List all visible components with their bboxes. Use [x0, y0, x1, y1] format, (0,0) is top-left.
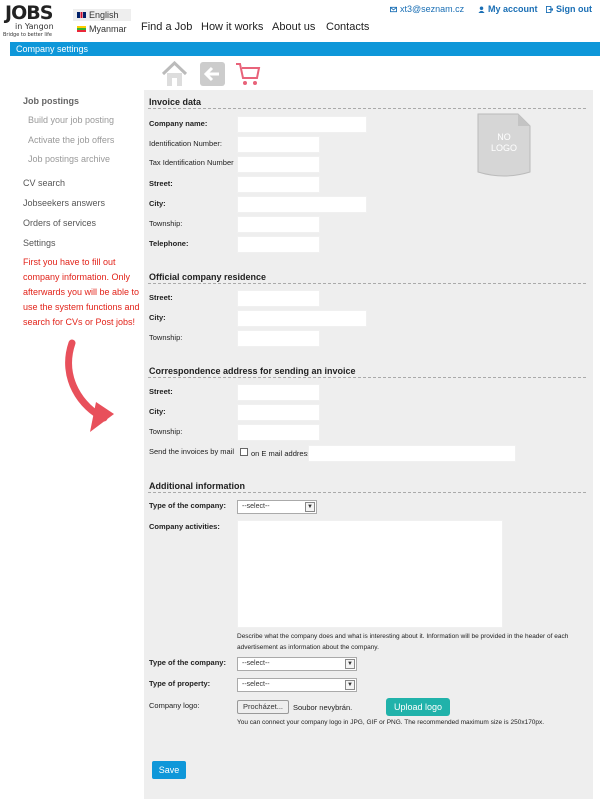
street-input[interactable]	[237, 176, 320, 193]
corr-street-label: Street:	[149, 387, 173, 396]
invoice-email-input[interactable]	[308, 445, 516, 462]
township-label: Township:	[149, 219, 183, 228]
divider	[148, 377, 586, 378]
corr-city-label: City:	[149, 407, 166, 416]
uk-flag-icon	[77, 12, 86, 18]
sidebar-postings-archive[interactable]: Job postings archive	[28, 154, 110, 164]
invoice-section-title: Invoice data	[149, 97, 202, 107]
no-logo-text: NO LOGO	[490, 132, 517, 153]
pointer-arrow-icon	[65, 339, 114, 432]
home-icon[interactable]	[161, 61, 188, 87]
nav-contacts[interactable]: Contacts	[326, 21, 369, 33]
tax-id-input[interactable]	[237, 156, 320, 173]
tax-id-label: Tax Identification Number	[149, 158, 234, 167]
corr-township-input[interactable]	[237, 424, 320, 441]
nav-find-job[interactable]: Find a Job	[141, 21, 192, 33]
divider	[148, 108, 586, 109]
city-input[interactable]	[237, 196, 367, 213]
sign-out-link[interactable]: Sign out	[546, 4, 592, 14]
send-by-mail-label: Send the invoices by mail	[149, 447, 235, 456]
company-type-label-2: Type of the company:	[149, 658, 226, 667]
property-type-select[interactable]: --select-- ▼	[237, 678, 357, 692]
chevron-down-icon: ▼	[305, 502, 315, 512]
back-arrow-icon[interactable]	[199, 61, 226, 87]
logo-city: in Yangon	[15, 22, 54, 31]
company-type-label: Type of the company:	[149, 501, 226, 510]
sidebar-cv-search[interactable]: CV search	[23, 178, 65, 188]
mail-icon	[390, 6, 397, 13]
email-invoice-checkbox[interactable]	[240, 448, 248, 456]
no-file-text: Soubor nevybrán.	[293, 703, 353, 712]
divider	[148, 492, 586, 493]
activities-note: Describe what the company does and what …	[237, 633, 569, 651]
chevron-down-icon: ▼	[345, 680, 355, 690]
user-icon	[478, 6, 485, 13]
id-number-label: Identification Number:	[149, 139, 222, 148]
residence-city-label: City:	[149, 313, 166, 322]
sign-out-icon	[546, 6, 553, 13]
sidebar-settings[interactable]: Settings	[23, 238, 56, 248]
logo-tagline: Bridge to better life	[3, 32, 53, 38]
browse-file-button[interactable]: Procházet...	[237, 700, 289, 714]
telephone-input[interactable]	[237, 236, 320, 253]
street-label: Street:	[149, 179, 173, 188]
residence-street-input[interactable]	[237, 290, 320, 307]
sidebar-job-postings[interactable]: Job postings	[23, 96, 79, 106]
residence-section-title: Official company residence	[149, 272, 267, 282]
telephone-label: Telephone:	[149, 239, 189, 248]
sidebar-orders[interactable]: Orders of services	[23, 218, 96, 228]
sidebar-activate-offers[interactable]: Activate the job offers	[28, 135, 114, 145]
company-name-input[interactable]	[237, 116, 367, 133]
email-option-label: on E mail address	[251, 449, 312, 458]
residence-township-input[interactable]	[237, 330, 320, 347]
nav-how-it-works[interactable]: How it works	[201, 21, 263, 33]
lang-myanmar[interactable]: Myanmar	[73, 23, 131, 35]
chevron-down-icon: ▼	[345, 659, 355, 669]
sidebar-jobseekers-answers[interactable]: Jobseekers answers	[23, 198, 105, 208]
upload-logo-button[interactable]: Upload logo	[386, 698, 450, 716]
sidebar-build-posting[interactable]: Build your job posting	[28, 115, 114, 125]
township-input[interactable]	[237, 216, 320, 233]
correspondence-section-title: Correspondence address for sending an in…	[149, 366, 356, 376]
save-button[interactable]: Save	[152, 761, 186, 779]
additional-section-title: Additional information	[149, 481, 245, 491]
corr-street-input[interactable]	[237, 384, 320, 401]
residence-city-input[interactable]	[237, 310, 367, 327]
company-type-select-2[interactable]: --select-- ▼	[237, 657, 357, 671]
property-type-label: Type of property:	[149, 679, 211, 688]
residence-township-label: Township:	[149, 333, 183, 342]
company-type-select[interactable]: --select-- ▼	[237, 500, 317, 514]
my-account-link[interactable]: My account	[478, 4, 538, 14]
company-logo-label: Company logo:	[149, 701, 200, 710]
activities-label: Company activities:	[149, 522, 220, 531]
myanmar-flag-icon	[77, 26, 86, 32]
logo-note: You can connect your company logo in JPG…	[237, 719, 545, 726]
id-number-input[interactable]	[237, 136, 320, 153]
nav-about-us[interactable]: About us	[272, 21, 315, 33]
logo-brand: JOBS	[5, 2, 53, 24]
corr-township-label: Township:	[149, 427, 183, 436]
no-logo-placeholder: NO LOGO	[474, 110, 534, 180]
cart-icon[interactable]	[234, 61, 261, 87]
city-label: City:	[149, 199, 166, 208]
activities-textarea[interactable]	[237, 520, 503, 628]
company-name-label: Company name:	[149, 119, 208, 128]
header: JOBS in Yangon Bridge to better life Eng…	[0, 0, 600, 41]
corr-city-input[interactable]	[237, 404, 320, 421]
page-title-bar: Company settings	[10, 42, 600, 56]
user-email[interactable]: xt3@seznam.cz	[390, 4, 464, 14]
residence-street-label: Street:	[149, 293, 173, 302]
lang-english[interactable]: English	[73, 9, 131, 21]
site-logo[interactable]: JOBS in Yangon Bridge to better life	[3, 2, 69, 40]
setup-warning: First you have to fill out company infor…	[23, 257, 140, 327]
divider	[148, 283, 586, 284]
